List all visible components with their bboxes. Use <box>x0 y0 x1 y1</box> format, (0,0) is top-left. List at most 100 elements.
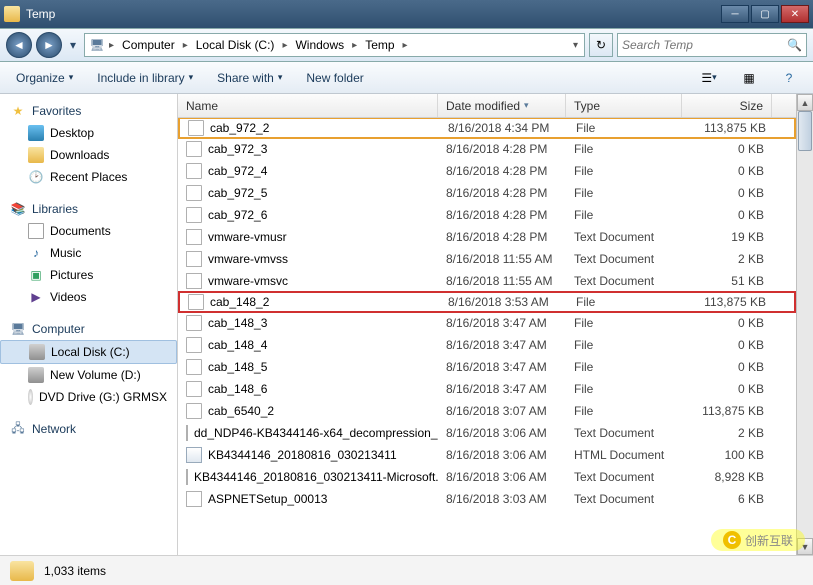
libraries-header[interactable]: 📚Libraries <box>0 198 177 220</box>
history-dropdown[interactable]: ▾ <box>66 32 80 58</box>
file-name: KB4344146_20180816_030213411-Microsoft..… <box>194 470 438 484</box>
file-row[interactable]: dd_NDP46-KB4344146-x64_decompression_log… <box>178 422 796 444</box>
command-bar: Organize▾ Include in library▾ Share with… <box>0 62 813 94</box>
file-size: 0 KB <box>682 208 772 222</box>
file-name: ASPNETSetup_00013 <box>208 492 327 506</box>
file-type: File <box>566 338 682 352</box>
file-row[interactable]: KB4344146_20180816_030213411-Microsoft..… <box>178 466 796 488</box>
file-name: cab_972_4 <box>208 164 267 178</box>
column-date-modified[interactable]: Date modified▾ <box>438 94 566 117</box>
forward-button[interactable]: ► <box>36 32 62 58</box>
file-name: dd_NDP46-KB4344146-x64_decompression_log <box>194 426 438 440</box>
sidebar-item-dvd-drive[interactable]: DVD Drive (G:) GRMSX <box>0 386 177 408</box>
close-button[interactable]: ✕ <box>781 5 809 23</box>
file-row[interactable]: cab_972_38/16/2018 4:28 PMFile0 KB <box>178 138 796 160</box>
breadcrumb[interactable]: Local Disk (C:) <box>192 34 279 56</box>
address-bar[interactable]: 🖥 ▸ Computer ▸ Local Disk (C:) ▸ Windows… <box>84 33 585 57</box>
file-size: 0 KB <box>682 142 772 156</box>
share-with-button[interactable]: Share with▾ <box>211 67 288 89</box>
file-name: vmware-vmvss <box>208 252 288 266</box>
file-row[interactable]: vmware-vmusr8/16/2018 4:28 PMText Docume… <box>178 226 796 248</box>
file-icon <box>186 315 202 331</box>
file-row[interactable]: cab_972_58/16/2018 4:28 PMFile0 KB <box>178 182 796 204</box>
file-date: 8/16/2018 4:28 PM <box>438 230 566 244</box>
file-row[interactable]: cab_148_38/16/2018 3:47 AMFile0 KB <box>178 312 796 334</box>
column-size[interactable]: Size <box>682 94 772 117</box>
breadcrumb[interactable]: Computer <box>118 34 179 56</box>
view-options-button[interactable]: ☰▾ <box>695 68 723 88</box>
file-row[interactable]: cab_6540_28/16/2018 3:07 AMFile113,875 K… <box>178 400 796 422</box>
drive-icon <box>29 344 45 360</box>
sidebar-item-documents[interactable]: Documents <box>0 220 177 242</box>
item-count: 1,033 items <box>44 564 106 578</box>
file-row[interactable]: KB4344146_20180816_0302134118/16/2018 3:… <box>178 444 796 466</box>
favorites-header[interactable]: ★Favorites <box>0 100 177 122</box>
breadcrumb[interactable]: Temp <box>361 34 398 56</box>
file-row[interactable]: cab_972_68/16/2018 4:28 PMFile0 KB <box>178 204 796 226</box>
file-icon <box>186 229 202 245</box>
file-type: HTML Document <box>566 448 682 462</box>
refresh-button[interactable]: ↻ <box>589 33 613 57</box>
sidebar-item-pictures[interactable]: ▣Pictures <box>0 264 177 286</box>
file-icon <box>186 381 202 397</box>
file-row[interactable]: ASPNETSetup_000138/16/2018 3:03 AMText D… <box>178 488 796 510</box>
address-dropdown-icon[interactable]: ▾ <box>571 40 580 51</box>
document-icon <box>28 223 44 239</box>
column-type[interactable]: Type <box>566 94 682 117</box>
sidebar-item-recent[interactable]: 🕑Recent Places <box>0 166 177 188</box>
file-size: 0 KB <box>682 382 772 396</box>
include-library-button[interactable]: Include in library▾ <box>91 67 199 89</box>
file-row[interactable]: cab_148_58/16/2018 3:47 AMFile0 KB <box>178 356 796 378</box>
file-name: vmware-vmsvc <box>208 274 288 288</box>
watermark-logo-icon: C <box>723 531 741 549</box>
file-row[interactable]: cab_148_28/16/2018 3:53 AMFile113,875 KB <box>178 291 796 313</box>
computer-icon: 🖥 <box>10 321 26 337</box>
maximize-button[interactable]: ▢ <box>751 5 779 23</box>
file-size: 51 KB <box>682 274 772 288</box>
file-row[interactable]: cab_972_48/16/2018 4:28 PMFile0 KB <box>178 160 796 182</box>
file-type: File <box>566 316 682 330</box>
file-row[interactable]: vmware-vmsvc8/16/2018 11:55 AMText Docum… <box>178 270 796 292</box>
help-button[interactable]: ? <box>775 68 803 88</box>
minimize-button[interactable]: ─ <box>721 5 749 23</box>
sidebar-item-new-volume-d[interactable]: New Volume (D:) <box>0 364 177 386</box>
file-name: cab_972_3 <box>208 142 267 156</box>
preview-pane-button[interactable]: ▦ <box>735 68 763 88</box>
sidebar-item-downloads[interactable]: Downloads <box>0 144 177 166</box>
organize-button[interactable]: Organize▾ <box>10 67 79 89</box>
file-icon <box>186 163 202 179</box>
file-date: 8/16/2018 4:28 PM <box>438 164 566 178</box>
file-date: 8/16/2018 11:55 AM <box>438 274 566 288</box>
search-input[interactable] <box>622 38 787 52</box>
column-name[interactable]: Name <box>178 94 438 117</box>
back-button[interactable]: ◄ <box>6 32 32 58</box>
navigation-pane: ★Favorites Desktop Downloads 🕑Recent Pla… <box>0 94 178 555</box>
file-size: 0 KB <box>682 186 772 200</box>
scroll-thumb[interactable] <box>798 111 812 151</box>
new-folder-button[interactable]: New folder <box>300 67 369 89</box>
file-date: 8/16/2018 3:07 AM <box>438 404 566 418</box>
file-type: File <box>566 382 682 396</box>
search-icon[interactable]: 🔍 <box>787 38 802 52</box>
sidebar-item-music[interactable]: ♪Music <box>0 242 177 264</box>
file-icon <box>186 469 188 485</box>
file-name: cab_972_6 <box>208 208 267 222</box>
sidebar-item-videos[interactable]: ▶Videos <box>0 286 177 308</box>
file-row[interactable]: cab_148_48/16/2018 3:47 AMFile0 KB <box>178 334 796 356</box>
file-row[interactable]: cab_148_68/16/2018 3:47 AMFile0 KB <box>178 378 796 400</box>
scroll-up-button[interactable]: ▲ <box>797 94 813 111</box>
sidebar-item-desktop[interactable]: Desktop <box>0 122 177 144</box>
file-row[interactable]: cab_972_28/16/2018 4:34 PMFile113,875 KB <box>178 117 796 139</box>
file-row[interactable]: vmware-vmvss8/16/2018 11:55 AMText Docum… <box>178 248 796 270</box>
file-icon <box>186 447 202 463</box>
file-date: 8/16/2018 3:03 AM <box>438 492 566 506</box>
file-date: 8/16/2018 4:34 PM <box>440 121 568 135</box>
file-type: File <box>568 295 684 309</box>
network-header[interactable]: 🖧Network <box>0 418 177 440</box>
breadcrumb[interactable]: Windows <box>291 34 348 56</box>
computer-header[interactable]: 🖥Computer <box>0 318 177 340</box>
sidebar-item-local-disk-c[interactable]: Local Disk (C:) <box>0 340 177 364</box>
search-box[interactable]: 🔍 <box>617 33 807 57</box>
file-type: File <box>566 164 682 178</box>
vertical-scrollbar[interactable]: ▲ ▼ <box>796 94 813 555</box>
